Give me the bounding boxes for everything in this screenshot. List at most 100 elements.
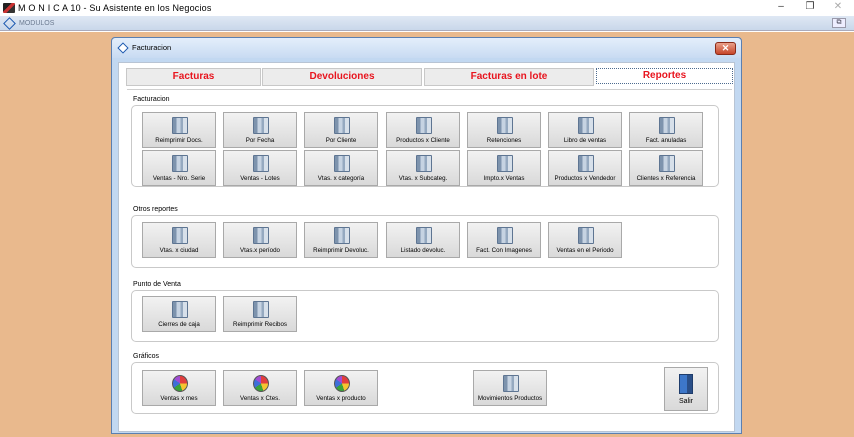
retenciones-button[interactable]: Retenciones <box>467 112 541 148</box>
impto-x-ventas-button[interactable]: Impto.x Ventas <box>467 150 541 186</box>
button-label: Clientes x Referencia <box>636 175 696 182</box>
button-label: Ventas - Nro. Serie <box>152 175 206 182</box>
chart-disc-icon <box>172 375 188 392</box>
book-icon <box>172 117 188 134</box>
book-icon <box>253 155 269 172</box>
group-punto-de-venta <box>131 290 719 342</box>
button-label: Vtas.x período <box>240 247 280 254</box>
book-icon <box>172 155 188 172</box>
vtas-x-periodo-button[interactable]: Vtas.x período <box>223 222 297 258</box>
button-label: Vtas. x ciudad <box>159 247 199 254</box>
book-icon <box>334 227 350 244</box>
book-icon <box>497 155 513 172</box>
button-label: Vtas. x Subcateg. <box>398 175 448 182</box>
book-icon <box>172 301 188 318</box>
group-label-punto-de-venta: Punto de Venta <box>133 281 181 288</box>
button-label: Por Cliente <box>325 137 357 144</box>
cierres-de-caja-button[interactable]: Cierres de caja <box>142 296 216 332</box>
group-graficos <box>131 362 719 414</box>
vtas-x-subcateg-button[interactable]: Vtas. x Subcateg. <box>386 150 460 186</box>
listado-devoluc-button[interactable]: Listado devoluc. <box>386 222 460 258</box>
vtas-x-ciudad-button[interactable]: Vtas. x ciudad <box>142 222 216 258</box>
button-label: Movimientos Productos <box>477 395 543 402</box>
book-icon <box>253 227 269 244</box>
ventas-x-producto-button[interactable]: Ventas x producto <box>304 370 378 406</box>
tab-devoluciones[interactable]: Devoluciones <box>262 68 422 86</box>
button-label: Reimprimir Devoluc. <box>313 247 369 254</box>
book-icon <box>416 155 432 172</box>
fact-anuladas-button[interactable]: Fact. anuladas <box>629 112 703 148</box>
salir-button[interactable]: Salir <box>664 367 708 411</box>
minimize-button[interactable]: – <box>766 0 796 14</box>
dialog-titlebar: Facturacion ✕ <box>112 38 741 58</box>
button-label: Vtas. x categoría <box>317 175 365 182</box>
book-icon <box>253 117 269 134</box>
book-icon <box>253 301 269 318</box>
chart-disc-icon <box>253 375 269 392</box>
button-label: Reimprimir Recibos <box>233 321 287 328</box>
button-label: Ventas x producto <box>316 395 366 402</box>
button-label: Retenciones <box>486 137 522 144</box>
book-icon <box>578 155 594 172</box>
mdi-title: MODULOS <box>19 19 55 27</box>
button-label: Por Fecha <box>245 137 275 144</box>
ventas-x-ctes-button[interactable]: Ventas x Ctes. <box>223 370 297 406</box>
button-label: Salir <box>678 398 693 405</box>
book-icon <box>659 155 675 172</box>
ventas-nro-serie-button[interactable]: Ventas - Nro. Serie <box>142 150 216 186</box>
button-label: Productos x Vendedor <box>554 175 616 182</box>
facturacion-dialog: Facturacion ✕ Facturas Devoluciones Fact… <box>111 37 742 434</box>
book-icon <box>578 117 594 134</box>
app-title: M O N I C A 10 - Su Asistente en los Neg… <box>18 2 212 13</box>
vtas-x-categoria-button[interactable]: Vtas. x categoría <box>304 150 378 186</box>
book-icon <box>416 227 432 244</box>
button-label: Ventas en el Periodo <box>556 247 614 254</box>
button-label: Cierres de caja <box>158 321 200 328</box>
productos-x-vendedor-button[interactable]: Productos x Vendedor <box>548 150 622 186</box>
button-label: Impto.x Ventas <box>483 175 525 182</box>
button-label: Productos x Cliente <box>396 137 450 144</box>
book-icon <box>334 117 350 134</box>
fact-con-imagenes-button[interactable]: Fact. Con Imagenes <box>467 222 541 258</box>
por-cliente-button[interactable]: Por Cliente <box>304 112 378 148</box>
movimientos-productos-button[interactable]: Movimientos Productos <box>473 370 547 406</box>
app-titlebar: M O N I C A 10 - Su Asistente en los Neg… <box>0 0 854 15</box>
dialog-close-button[interactable]: ✕ <box>715 42 736 55</box>
reimprimir-recibos-button[interactable]: Reimprimir Recibos <box>223 296 297 332</box>
button-label: Fact. anuladas <box>645 137 687 144</box>
group-label-facturacion: Facturacion <box>133 96 170 103</box>
diamond-icon <box>117 42 129 54</box>
book-icon <box>659 117 675 134</box>
book-icon <box>497 227 513 244</box>
book-icon <box>578 227 594 244</box>
button-label: Listado devoluc. <box>400 247 446 254</box>
button-label: Reimprimir Docs. <box>155 137 203 144</box>
libro-de-ventas-button[interactable]: Libro de ventas <box>548 112 622 148</box>
ventas-x-mes-button[interactable]: Ventas x mes <box>142 370 216 406</box>
mdi-window-bar: MODULOS ⧉ <box>0 16 854 31</box>
chart-disc-icon <box>334 375 350 392</box>
ventas-en-el-periodo-button[interactable]: Ventas en el Periodo <box>548 222 622 258</box>
mdi-restore-button[interactable]: ⧉ <box>832 18 846 28</box>
reimprimir-devoluc-button[interactable]: Reimprimir Devoluc. <box>304 222 378 258</box>
ventas-lotes-button[interactable]: Ventas - Lotes <box>223 150 297 186</box>
tab-facturas[interactable]: Facturas <box>126 68 261 86</box>
exit-door-icon <box>679 374 693 394</box>
button-label: Ventas x Ctes. <box>240 395 280 402</box>
close-button[interactable]: ✕ <box>823 0 853 14</box>
app-logo-icon <box>3 2 15 13</box>
dialog-title: Facturacion <box>132 43 172 52</box>
book-icon <box>334 155 350 172</box>
clientes-x-referencia-button[interactable]: Clientes x Referencia <box>629 150 703 186</box>
book-icon <box>172 227 188 244</box>
por-fecha-button[interactable]: Por Fecha <box>223 112 297 148</box>
productos-x-cliente-button[interactable]: Productos x Cliente <box>386 112 460 148</box>
dialog-body: Facturas Devoluciones Facturas en lote R… <box>118 62 735 432</box>
restore-button[interactable]: ❐ <box>795 0 825 14</box>
group-label-graficos: Gráficos <box>133 353 160 360</box>
book-icon <box>416 117 432 134</box>
group-label-otros-reportes: Otros reportes <box>133 206 178 213</box>
tab-facturas-en-lote[interactable]: Facturas en lote <box>424 68 594 86</box>
tab-reportes[interactable]: Reportes <box>596 68 733 84</box>
reimprimir-docs-button[interactable]: Reimprimir Docs. <box>142 112 216 148</box>
